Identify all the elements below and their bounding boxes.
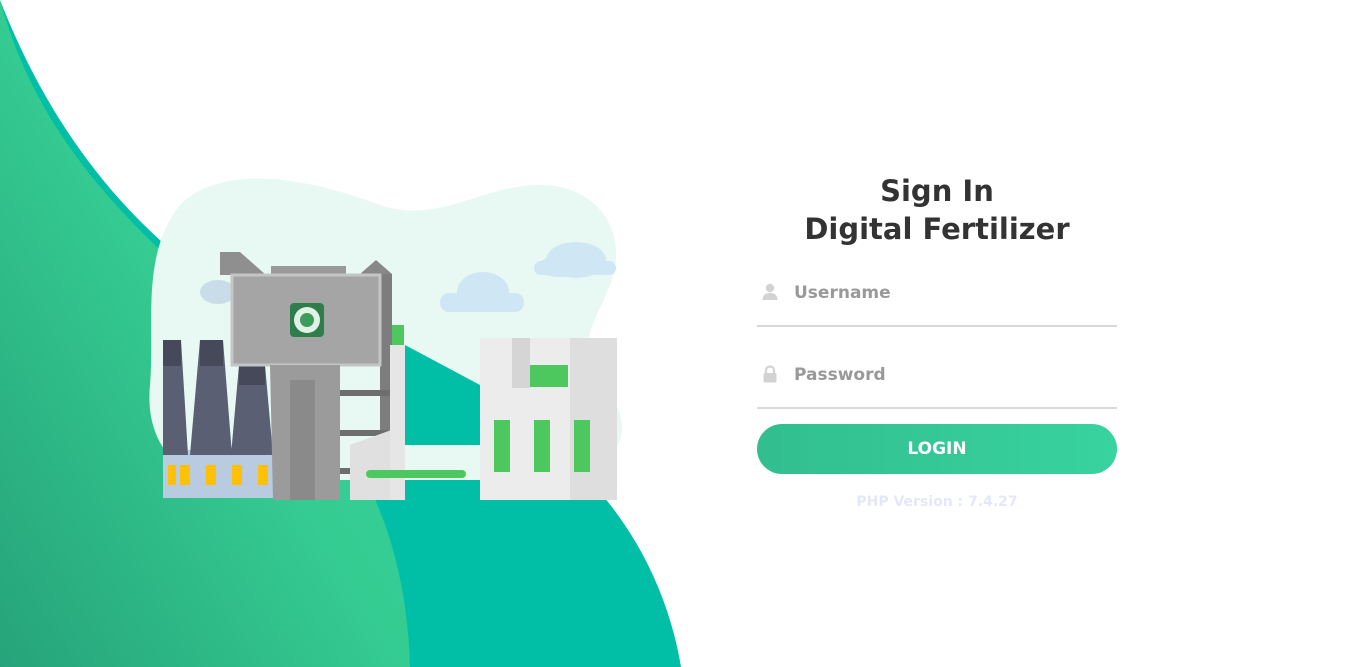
- login-page: Sign In Digital Fertilizer LOGIN PHP Ver…: [0, 0, 1366, 667]
- title-line-sign-in: Sign In: [880, 174, 994, 208]
- username-input[interactable]: [792, 275, 1116, 311]
- user-icon: [762, 283, 778, 300]
- page-title: Sign In Digital Fertilizer: [757, 172, 1117, 248]
- window-row: [494, 420, 590, 472]
- factory-illustration: [149, 178, 622, 500]
- login-form: Sign In Digital Fertilizer LOGIN PHP Ver…: [757, 172, 1117, 510]
- title-line-app-name: Digital Fertilizer: [804, 212, 1070, 246]
- password-input[interactable]: [792, 357, 1116, 393]
- login-button[interactable]: LOGIN: [757, 424, 1117, 474]
- lock-icon: [763, 365, 777, 383]
- php-version-text: PHP Version : 7.4.27: [856, 494, 1018, 510]
- password-field-group: [757, 357, 1117, 409]
- username-field-group: [757, 275, 1117, 327]
